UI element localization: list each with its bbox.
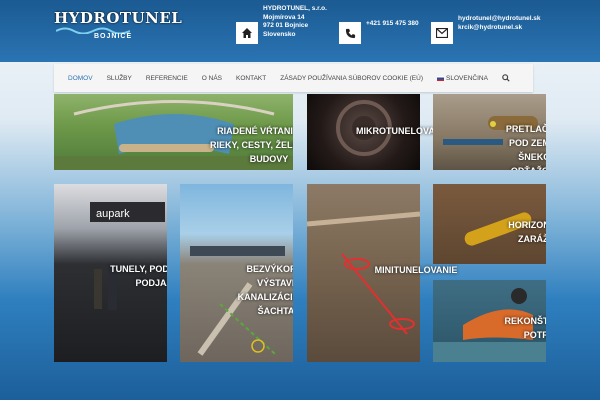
logo-subtitle: BOJNICE bbox=[94, 33, 133, 40]
tile-riadene-vrtanie[interactable]: RIADENÉ VŔTANIE POD RIEKY, CESTY, ŽELEZN… bbox=[54, 94, 293, 170]
main-nav: DOMOV SLUŽBY REFERENCIE O NÁS KONTAKT ZÁ… bbox=[54, 64, 533, 92]
email-block: hydrotunel@hydrotunel.sk krcik@hydrotune… bbox=[458, 15, 541, 32]
tile-label: MINITUNELOVANIE bbox=[374, 265, 458, 275]
nav-item-domov[interactable]: DOMOV bbox=[54, 64, 100, 92]
header-bar: HYDROTUNEL BOJNICE HYDROTUNEL, s.r.o. Mo… bbox=[0, 0, 600, 62]
email-secondary[interactable]: krcik@hydrotunel.sk bbox=[458, 24, 541, 33]
slovak-flag-icon bbox=[437, 75, 445, 81]
nav-item-referencie[interactable]: REFERENCIE bbox=[139, 64, 195, 92]
tile-horizontalne-zarazanie[interactable]: HORIZONTÁLNE ZARÁŽANIE bbox=[433, 184, 546, 264]
tile-rekonstrukcia[interactable]: REKONŠTRUKCIA POTRUBÍ bbox=[433, 280, 546, 362]
phone-icon bbox=[339, 22, 361, 44]
email-main[interactable]: hydrotunel@hydrotunel.sk bbox=[458, 15, 541, 24]
tile-label: BEZVÝKOPOVÁ VÝSTAVBA KANALIZÁCII AJ SO Š… bbox=[237, 264, 293, 316]
company-name: HYDROTUNEL, s.r.o. bbox=[263, 5, 327, 12]
phone-number[interactable]: +421 915 475 380 bbox=[366, 20, 419, 29]
tile-label: TUNELY, PODCHODY A PODJAZDY bbox=[110, 264, 167, 288]
nav-item-cookie-policy[interactable]: ZÁSADY POUŽÍVANIA SÚBOROV COOKIE (EÚ) bbox=[273, 64, 430, 92]
tile-label: REKONŠTRUKCIA POTRUBÍ bbox=[504, 316, 546, 340]
address-street: Mojmírova 14 bbox=[263, 13, 305, 21]
nav-item-sluzby[interactable]: SLUŽBY bbox=[100, 64, 139, 92]
nav-item-kontakt[interactable]: KONTAKT bbox=[229, 64, 273, 92]
tile-pretlacovanie[interactable]: PRETLAČOVANIE POD ZEMOU SO ŠNEKOVÝM ODŤA… bbox=[433, 94, 546, 170]
nav-item-language[interactable]: SLOVENČINA bbox=[430, 64, 495, 92]
tile-tunely[interactable]: aupark TUNELY, PODCHODY A PODJAZDY bbox=[54, 184, 167, 362]
address-city: 972 01 Bojnice bbox=[263, 22, 309, 29]
home-icon bbox=[236, 22, 258, 44]
envelope-icon bbox=[431, 22, 453, 44]
address-block: HYDROTUNEL, s.r.o. Mojmírova 14 972 01 B… bbox=[263, 5, 327, 39]
address-country: Slovensko bbox=[263, 30, 296, 38]
tile-kanalizacia[interactable]: BEZVÝKOPOVÁ VÝSTAVBA KANALIZÁCII AJ SO Š… bbox=[180, 184, 293, 362]
nav-item-o-nas[interactable]: O NÁS bbox=[195, 64, 229, 92]
logo[interactable]: HYDROTUNEL bbox=[54, 9, 182, 27]
tile-label: HORIZONTÁLNE ZARÁŽANIE bbox=[508, 220, 546, 244]
tile-label: MIKROTUNELOVANIE bbox=[356, 126, 450, 136]
language-label: SLOVENČINA bbox=[446, 74, 488, 82]
search-button[interactable] bbox=[495, 64, 517, 92]
tile-label: RIADENÉ VŔTANIE POD RIEKY, CESTY, ŽELEZN… bbox=[209, 126, 293, 164]
search-icon bbox=[502, 74, 510, 82]
svg-text:aupark: aupark bbox=[96, 208, 130, 220]
tile-label: PRETLAČOVANIE POD ZEMOU SO ŠNEKOVÝM ODŤA… bbox=[505, 124, 546, 170]
